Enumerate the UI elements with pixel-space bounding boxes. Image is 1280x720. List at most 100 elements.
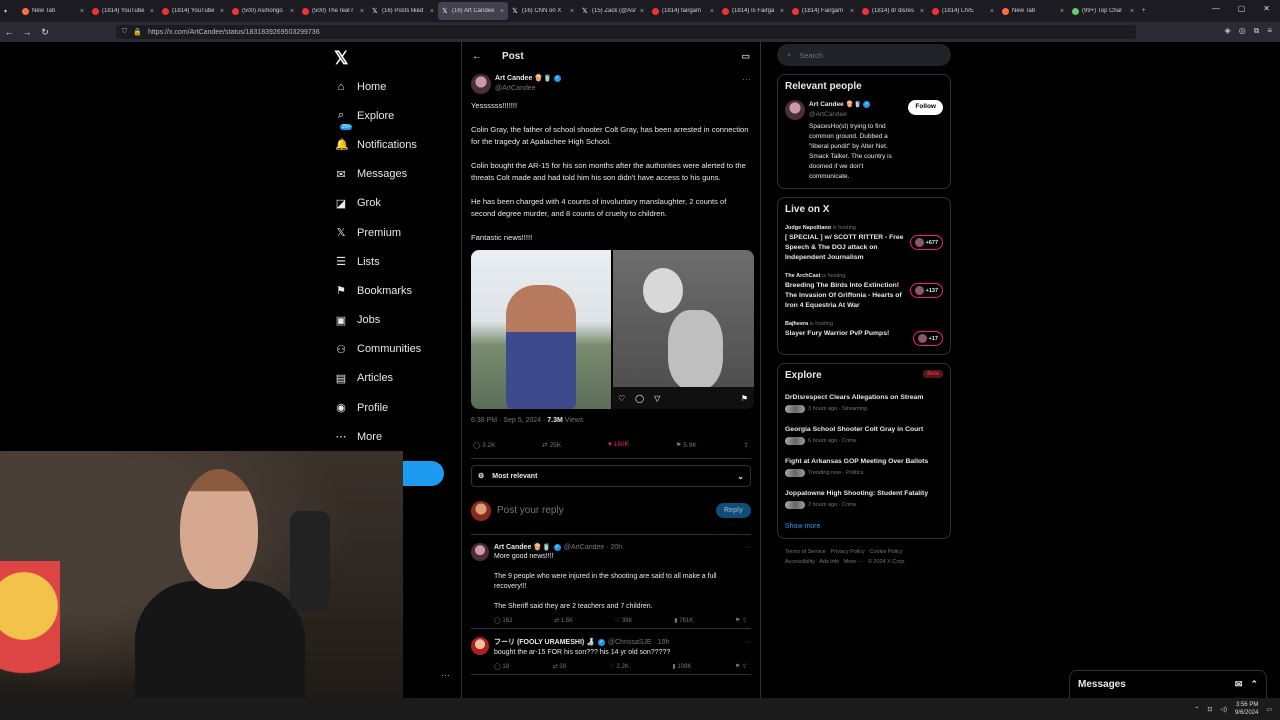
sidebar-item-communities[interactable]: ⚇ Communities (330, 335, 460, 364)
more-options-icon[interactable]: ··· (742, 74, 751, 84)
notifications-icon[interactable]: ▭ (1266, 706, 1272, 713)
more-options-icon[interactable]: ··· (744, 639, 751, 646)
reply-button[interactable]: Reply (715, 503, 751, 518)
post-timestamp[interactable]: 6:38 PM · Sep 5, 2024 · (471, 417, 547, 424)
extensions-icon[interactable]: ⧉ (1254, 26, 1260, 36)
share-icon[interactable]: ▽ (654, 394, 660, 403)
listener-pill[interactable]: +137 (909, 283, 943, 298)
browser-tab[interactable]: (1814) Fairgam × (788, 2, 858, 20)
tab-list-button[interactable]: ▾ (0, 2, 18, 20)
expand-icon[interactable]: ⌃ (1250, 679, 1258, 690)
reply-action[interactable]: ◯ 18 (494, 663, 509, 670)
bookmark-icon[interactable]: ⚑ ⇪ (735, 663, 747, 670)
tab-close-icon[interactable]: × (290, 8, 294, 15)
sidebar-item-notifications[interactable]: 🔔 20+ Notifications (330, 124, 460, 159)
browser-tab[interactable]: 𝕏 (16) Posts liked × (368, 2, 438, 20)
share-action-icon[interactable]: ⇪ (744, 441, 749, 458)
url-text[interactable]: https://x.com/ArtCandee/status/183183926… (148, 29, 320, 36)
bookmark-action[interactable]: ⚑ 5.9K (676, 441, 697, 458)
reply-action[interactable]: ◯ 162 (494, 617, 512, 624)
bookmark-icon[interactable]: ⚑ (741, 394, 748, 403)
avatar[interactable] (471, 637, 489, 655)
tab-close-icon[interactable]: × (220, 8, 224, 15)
reload-icon[interactable]: ↻ (36, 27, 54, 38)
tab-close-icon[interactable]: × (430, 8, 434, 15)
back-arrow-icon[interactable]: ← (472, 51, 482, 62)
sidebar-item-lists[interactable]: ☰ Lists (330, 247, 460, 276)
messages-drawer[interactable]: Messages ✉ ⌃ (1069, 670, 1267, 698)
search-input[interactable]: ⌕ Search (777, 44, 951, 66)
browser-tab[interactable]: New Tab × (998, 2, 1068, 20)
reply-icon[interactable]: ◯ (635, 394, 644, 403)
explore-item[interactable]: Joppatowne High Shooting: Student Fatali… (785, 489, 943, 509)
reply-author-name[interactable]: Art Candee 🍿🥤 (494, 543, 551, 551)
reply-action[interactable]: ◯ 3.2K (473, 441, 495, 458)
shield-icon[interactable]: ⛉ (122, 28, 127, 36)
views-action[interactable]: ▮ 781K (674, 617, 693, 624)
show-more-link[interactable]: Show more (785, 523, 943, 530)
avatar[interactable] (471, 74, 491, 94)
tab-close-icon[interactable]: × (80, 8, 84, 15)
tab-close-icon[interactable]: × (990, 8, 994, 15)
maximize-icon[interactable]: ▢ (1238, 4, 1246, 13)
sidebar-item-home[interactable]: ⌂ Home (330, 72, 460, 101)
explore-item[interactable]: Fight at Arkansas GOP Meeting Over Ballo… (785, 457, 943, 477)
sidebar-item-messages[interactable]: ✉ Messages (330, 160, 460, 189)
reply-input[interactable]: Post your reply (497, 505, 710, 516)
repost-action[interactable]: ⇄ 1.5K (554, 617, 573, 624)
account-more-icon[interactable]: ⋯ (441, 670, 450, 681)
forward-icon[interactable]: → (18, 27, 36, 37)
browser-tab[interactable]: (1814) YouTube × (88, 2, 158, 20)
repost-action[interactable]: ⇄ 39 (553, 663, 566, 670)
explore-item[interactable]: Georgia School Shooter Colt Gray in Cour… (785, 425, 943, 445)
sidebar-item-grok[interactable]: ◪ Grok (330, 189, 460, 218)
live-space-item[interactable]: The ArchCast is hosting Breeding The Bird… (785, 273, 943, 311)
avatar[interactable] (785, 100, 805, 120)
post-button[interactable] (403, 461, 444, 486)
explore-item[interactable]: DrDisrespect Clears Allegations on Strea… (785, 393, 943, 413)
tab-close-icon[interactable]: × (1060, 8, 1064, 15)
tab-close-icon[interactable]: × (850, 8, 854, 15)
sidebar-item-bookmarks[interactable]: ⚑ Bookmarks (330, 276, 460, 305)
reply-handle[interactable]: @ChrissaSJE · 19h (608, 639, 670, 646)
browser-tab[interactable]: 𝕏 (16) Art Candee × (438, 2, 508, 20)
footer-links[interactable]: Terms of Service Privacy Policy Cookie P… (777, 547, 951, 567)
browser-tab[interactable]: 𝕏 (15) Zack (@Asr × (578, 2, 648, 20)
volume-icon[interactable]: ◁) (1220, 706, 1227, 713)
browser-tab[interactable]: (500) The real r × (298, 2, 368, 20)
new-tab-button[interactable]: + (1138, 2, 1156, 20)
browser-tab[interactable]: (1814) YouTube × (158, 2, 228, 20)
back-icon[interactable]: ← (0, 27, 18, 37)
tray-chevron-icon[interactable]: ⌃ (1194, 706, 1199, 713)
live-space-item[interactable]: Bajheera is hosting Slayer Fury Warrior P… (785, 321, 943, 346)
reply-handle[interactable]: @ArtCandee · 20h (564, 544, 622, 551)
menu-icon[interactable]: ≡ (1267, 26, 1272, 36)
tab-close-icon[interactable]: × (500, 8, 504, 15)
sidebar-item-articles[interactable]: ▤ Articles (330, 364, 460, 393)
tab-close-icon[interactable]: × (710, 8, 714, 15)
close-icon[interactable]: ✕ (1263, 4, 1270, 13)
listener-pill[interactable]: +677 (909, 235, 943, 250)
tab-close-icon[interactable]: × (780, 8, 784, 15)
like-action[interactable]: ♡ 38K (615, 617, 633, 624)
network-icon[interactable]: ⊡ (1207, 706, 1212, 713)
listener-pill[interactable]: +17 (912, 331, 943, 346)
like-action[interactable]: ♥ 180K (608, 441, 629, 458)
repost-action[interactable]: ⇄ 25K (542, 441, 561, 458)
browser-tab[interactable]: New Tab × (18, 2, 88, 20)
sidebar-item-profile[interactable]: ◉ Profile (330, 393, 460, 422)
media-image-father[interactable] (471, 250, 611, 409)
reply-author-name[interactable]: フーリ (FOOLY URAMESHI) 🍶 (494, 637, 595, 647)
like-action[interactable]: ♡ 2.2K (610, 663, 629, 670)
bookmark-icon[interactable]: ⚑ ⇪ (735, 617, 747, 624)
tab-close-icon[interactable]: × (640, 8, 644, 15)
browser-tab[interactable]: (1814) Is Fairga × (718, 2, 788, 20)
author-handle[interactable]: @ArtCandee (495, 84, 561, 94)
new-message-icon[interactable]: ✉ (1235, 679, 1243, 690)
relevant-person[interactable]: Art Candee 🍿🥤 ✓ @ArtCandee SpacesHo(st) … (785, 100, 943, 182)
minimize-icon[interactable]: — (1212, 4, 1220, 13)
browser-tab[interactable]: (500) Asmongo × (228, 2, 298, 20)
reply-item[interactable]: Art Candee 🍿🥤 ✓ @ArtCandee · 20h ··· More go… (471, 535, 751, 629)
person-name[interactable]: Art Candee 🍿🥤 (809, 101, 862, 108)
account-icon[interactable]: ◎ (1239, 26, 1246, 36)
